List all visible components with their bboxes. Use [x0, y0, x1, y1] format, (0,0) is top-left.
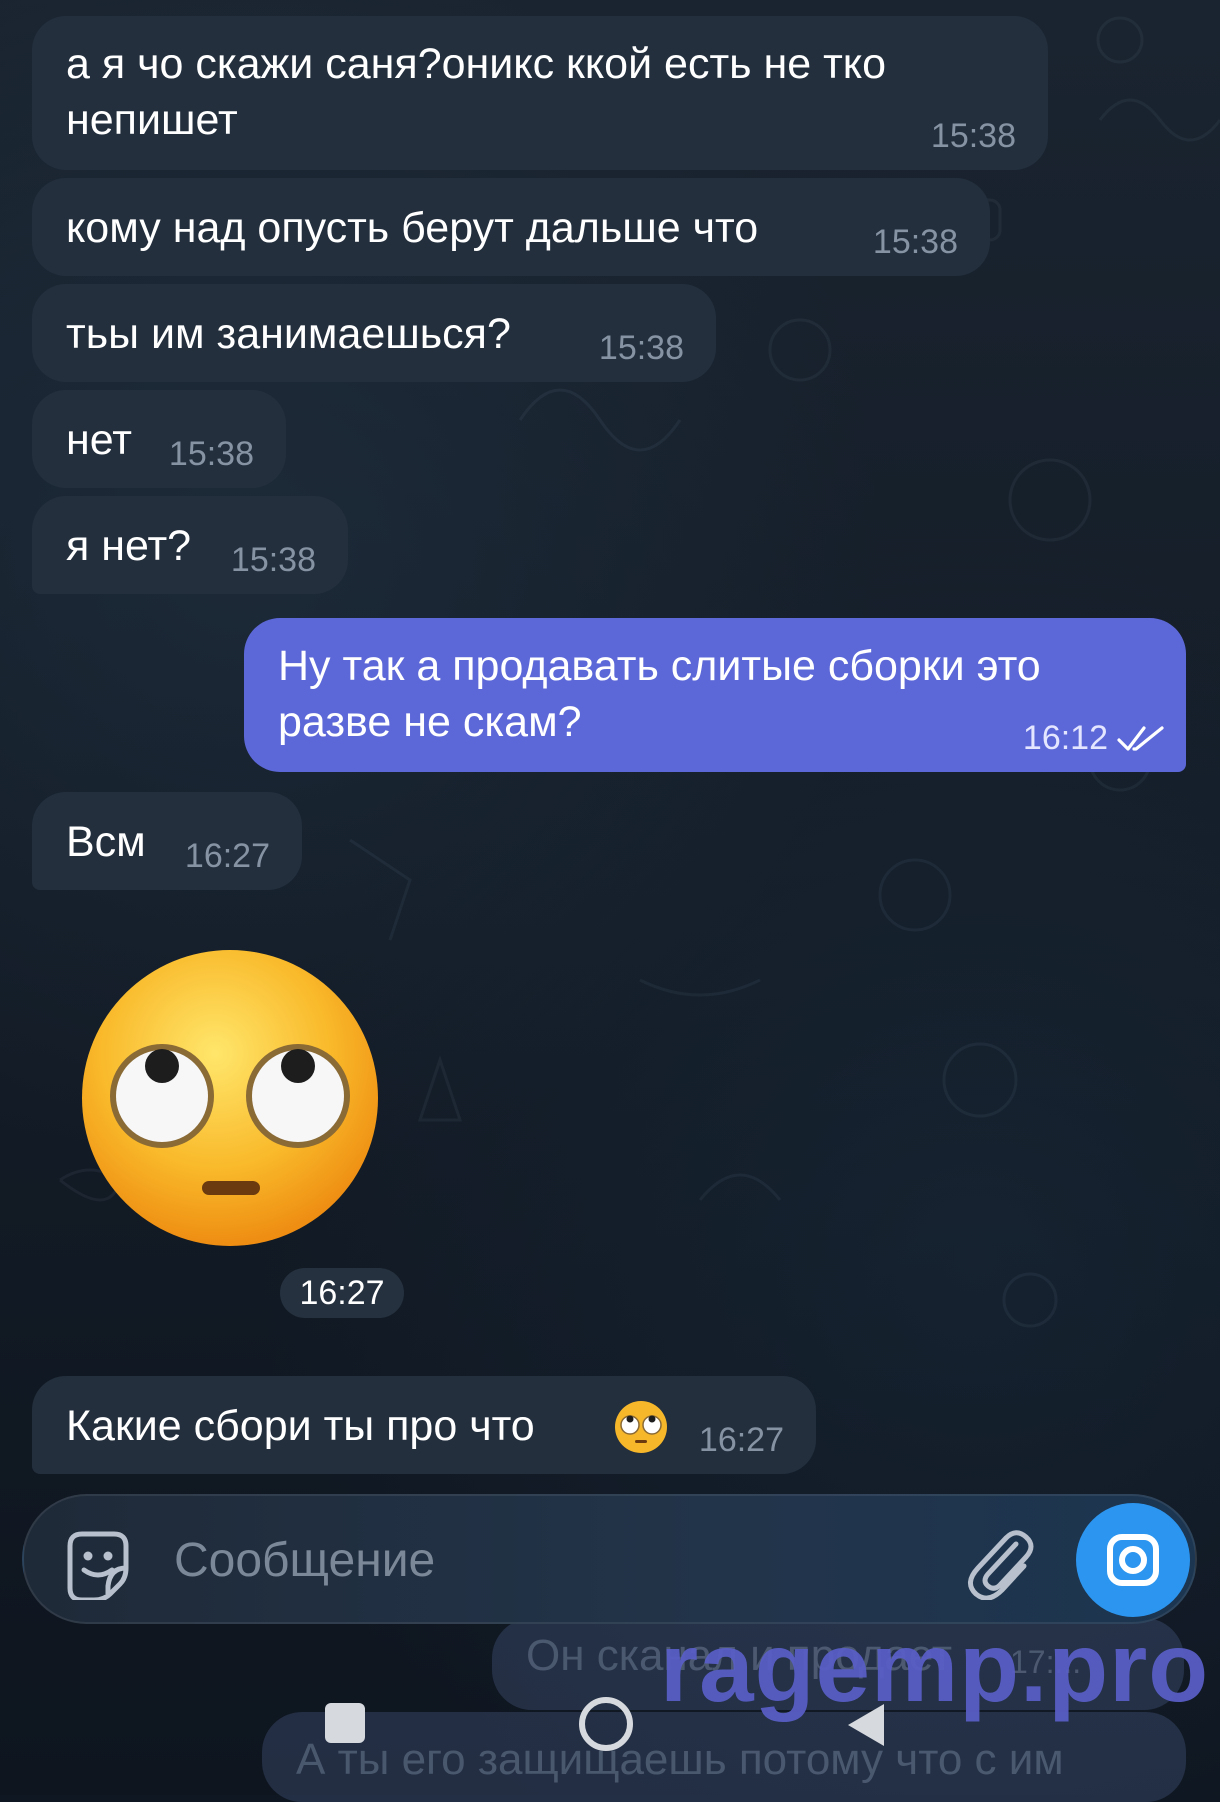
message-input[interactable]: Сообщение: [174, 1526, 435, 1596]
message-bubble-incoming[interactable]: кому над опусть берут дальше что 15:38: [32, 178, 990, 276]
camera-icon: [1107, 1534, 1159, 1586]
message-composer[interactable]: Сообщение: [22, 1494, 1197, 1624]
message-time: 16:27: [698, 1421, 784, 1459]
home-icon[interactable]: [576, 1694, 636, 1754]
message-time: 16:12: [1022, 719, 1108, 757]
camera-button[interactable]: [1076, 1503, 1190, 1617]
message-text: я нет?: [66, 522, 192, 570]
message-bubble-incoming[interactable]: я нет? 15:38: [32, 496, 348, 594]
message-time: 15:38: [168, 435, 254, 473]
recent-apps-icon[interactable]: [322, 1700, 368, 1746]
message-text: Какие сбори ты про что: [66, 1402, 535, 1450]
message-time: 15:38: [230, 541, 316, 579]
message-text: Всм: [66, 818, 146, 866]
message-time: 15:38: [930, 117, 1016, 155]
watermark-logo: ragemp.pro: [660, 1612, 1210, 1722]
message-bubble-incoming[interactable]: Всм 16:27: [32, 792, 302, 890]
message-time: 15:38: [598, 329, 684, 367]
sticker-time: 16:27: [280, 1268, 404, 1318]
background-message-text: А ты его защищаешь потому что с им: [296, 1735, 1064, 1784]
sticker-emoji-icon[interactable]: [60, 1524, 136, 1600]
paperclip-icon[interactable]: [964, 1524, 1034, 1600]
message-bubble-incoming[interactable]: а я чо скажи саня?оникс ккой есть не тко…: [32, 16, 1048, 170]
message-bubble-outgoing[interactable]: Ну так а продавать слитые сборки это раз…: [244, 618, 1186, 772]
rolling-eyes-sticker[interactable]: [80, 948, 380, 1248]
message-bubble-incoming[interactable]: тьы им занимаешься? 15:38: [32, 284, 716, 382]
message-time: 15:38: [872, 223, 958, 261]
message-time: 16:27: [184, 837, 270, 875]
message-text: нет: [66, 416, 132, 464]
message-bubble-incoming[interactable]: нет 15:38: [32, 390, 286, 488]
message-bubble-incoming[interactable]: Какие сбори ты про что 16:27: [32, 1376, 816, 1474]
message-text: а я чо скажи саня?оникс ккой есть не тко…: [66, 40, 887, 144]
message-text: кому над опусть берут дальше что: [66, 204, 759, 252]
face-with-rolling-eyes-icon: [615, 1401, 667, 1453]
message-text: тьы им занимаешься?: [66, 310, 511, 358]
double-check-icon: [1117, 726, 1164, 751]
